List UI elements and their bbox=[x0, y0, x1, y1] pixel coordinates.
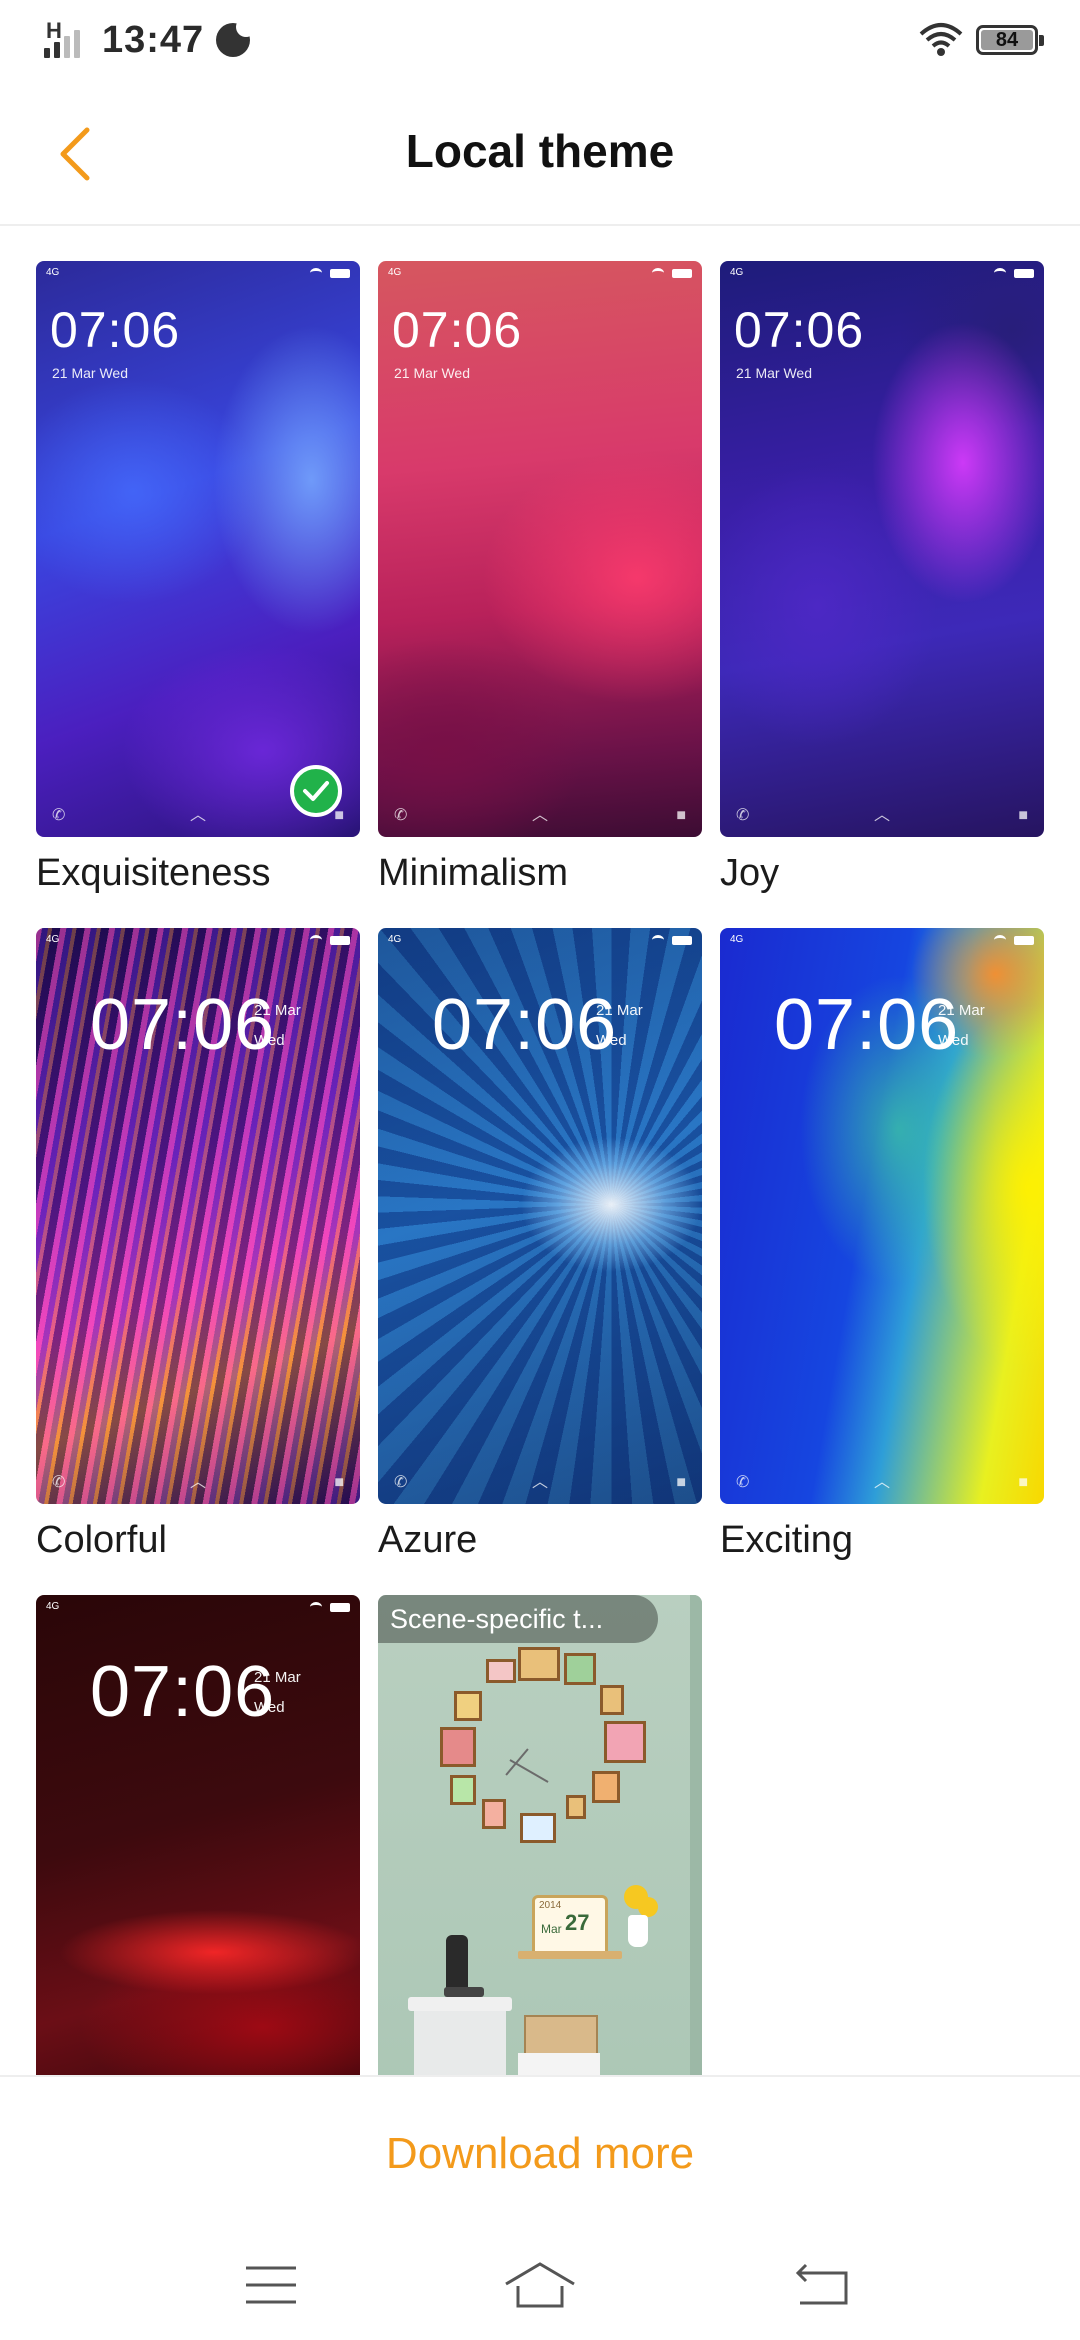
preview-clock: 07:06 bbox=[734, 302, 865, 358]
theme-name: Exciting bbox=[720, 1519, 854, 1561]
preview-date: 21 Mar Wed bbox=[52, 365, 128, 381]
theme-card-colorful[interactable]: 4G 07:06 21 Mar Wed ✆ ︿ ■ Colorful bbox=[36, 928, 360, 1564]
signal-icon: H bbox=[44, 18, 90, 62]
scene-badge: Scene-specific t... bbox=[378, 1595, 658, 1643]
theme-grid: 4G 07:06 21 Mar Wed ✆ ︿ ■ Exquisiteness 4G… bbox=[36, 261, 1044, 2075]
calendar-illustration: 2014 Mar 27 bbox=[532, 1895, 608, 1957]
page-title: Local theme bbox=[405, 125, 675, 177]
theme-card-red[interactable]: 4G 07:06 21 Mar Wed bbox=[36, 1595, 360, 2075]
download-more-button[interactable]: Download more bbox=[0, 2129, 1080, 2179]
preview-date: 21 Mar Wed bbox=[596, 1002, 643, 1049]
menu-icon bbox=[246, 2266, 296, 2304]
theme-preview[interactable]: 4G 07:06 21 Mar Wed ✆ ︿ ■ bbox=[36, 261, 360, 837]
theme-preview[interactable]: Scene-specific t... 2014 Mar 27 bbox=[378, 1595, 702, 2075]
back-icon bbox=[795, 2263, 848, 2305]
download-area: Download more bbox=[0, 2075, 1080, 2217]
theme-preview[interactable]: 4G 07:06 21 Mar Wed ✆ ︿ ■ bbox=[378, 261, 702, 837]
theme-name: Exquisiteness bbox=[36, 852, 271, 894]
do-not-disturb-icon bbox=[216, 17, 257, 57]
status-time: 13:47 bbox=[102, 18, 205, 61]
back-nav-button[interactable] bbox=[783, 2255, 863, 2315]
theme-preview[interactable]: 4G 07:06 21 Mar Wed ✆ ︿ ■ bbox=[720, 928, 1044, 1504]
home-button[interactable] bbox=[500, 2255, 580, 2315]
preview-date: 21 Mar Wed bbox=[736, 365, 812, 381]
preview-clock: 07:06 bbox=[774, 985, 960, 1065]
theme-preview[interactable]: 4G 07:06 21 Mar Wed ✆ ︿ ■ bbox=[36, 928, 360, 1504]
preview-clock: 07:06 bbox=[90, 985, 276, 1065]
theme-card-exquisiteness[interactable]: 4G 07:06 21 Mar Wed ✆ ︿ ■ Exquisiteness bbox=[36, 261, 360, 897]
menu-button[interactable] bbox=[231, 2255, 311, 2315]
theme-card-minimalism[interactable]: 4G 07:06 21 Mar Wed ✆ ︿ ■ Minimalism bbox=[378, 261, 702, 897]
preview-clock: 07:06 bbox=[392, 302, 523, 358]
home-icon bbox=[505, 2262, 575, 2308]
preview-clock: 07:06 bbox=[50, 302, 181, 358]
preview-date: 21 Mar Wed bbox=[394, 365, 470, 381]
battery-icon: 84 bbox=[976, 25, 1044, 55]
navigation-bar bbox=[0, 2215, 1080, 2340]
theme-card-exciting[interactable]: 4G 07:06 21 Mar Wed ✆ ︿ ■ Exciting bbox=[720, 928, 1044, 1564]
theme-card-joy[interactable]: 4G 07:06 21 Mar Wed ✆ ︿ ■ Joy bbox=[720, 261, 1044, 897]
battery-level: 84 bbox=[995, 28, 1019, 51]
theme-preview[interactable]: 4G 07:06 21 Mar Wed bbox=[36, 1595, 360, 2075]
preview-clock: 07:06 bbox=[432, 985, 618, 1065]
wifi-icon bbox=[919, 23, 963, 56]
title-bar: Local theme bbox=[0, 84, 1080, 226]
theme-name: Joy bbox=[720, 852, 780, 894]
theme-name: Azure bbox=[378, 1519, 478, 1561]
theme-card-scene[interactable]: Scene-specific t... 2014 Mar 27 bbox=[378, 1595, 702, 2075]
theme-name: Minimalism bbox=[378, 852, 568, 894]
preview-date: 21 Mar Wed bbox=[254, 1002, 301, 1049]
preview-date: 21 Mar Wed bbox=[938, 1002, 985, 1049]
desk-phone-illustration bbox=[446, 1935, 468, 1993]
theme-preview[interactable]: 4G 07:06 21 Mar Wed ✆ ︿ ■ bbox=[378, 928, 702, 1504]
theme-name: Colorful bbox=[36, 1519, 167, 1561]
theme-preview[interactable]: 4G 07:06 21 Mar Wed ✆ ︿ ■ bbox=[720, 261, 1044, 837]
theme-card-azure[interactable]: 4G 07:06 21 Mar Wed ✆ ︿ ■ Azure bbox=[378, 928, 702, 1564]
status-bar: H 13:47 84 bbox=[0, 0, 1080, 84]
preview-clock: 07:06 bbox=[90, 1652, 276, 1732]
selected-check-icon bbox=[290, 765, 342, 817]
preview-date: 21 Mar Wed bbox=[254, 1669, 301, 1716]
sunflower-illustration bbox=[624, 1885, 648, 1909]
